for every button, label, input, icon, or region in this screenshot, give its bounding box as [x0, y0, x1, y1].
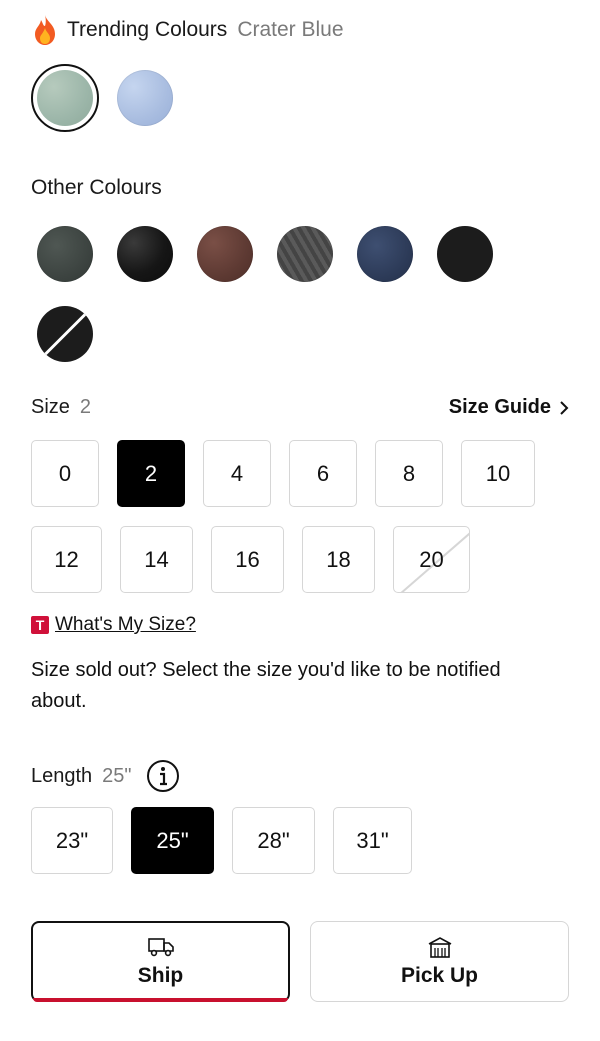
sold-out-note: Size sold out? Select the size you'd lik…	[31, 659, 501, 712]
size-option-label: 16	[235, 546, 260, 572]
colour-swatch-selected[interactable]	[31, 64, 99, 132]
selected-colour-name: Crater Blue	[237, 18, 344, 41]
size-guide-link[interactable]: Size Guide	[449, 396, 569, 419]
colour-swatch-unavailable[interactable]	[37, 306, 93, 362]
length-label: Length	[31, 764, 93, 787]
other-colours-title: Other Colours	[31, 176, 162, 199]
length-option-label: 23"	[55, 827, 89, 853]
length-option-25[interactable]: 25"	[131, 807, 214, 874]
size-label: Size	[31, 396, 70, 418]
size-option-label: 10	[485, 460, 511, 486]
size-guide-label: Size Guide	[448, 396, 551, 418]
size-option-label: 0	[58, 460, 72, 486]
colour-swatch[interactable]	[197, 226, 253, 282]
colour-swatch[interactable]	[277, 226, 333, 282]
colour-swatch[interactable]	[117, 70, 173, 126]
size-option-6[interactable]: 6	[289, 440, 357, 507]
colour-swatch[interactable]	[37, 226, 93, 282]
length-option-label: 28"	[257, 827, 290, 853]
size-selected-value: 2	[79, 396, 92, 418]
size-option-12[interactable]: 12	[31, 526, 102, 593]
size-option-18[interactable]: 18	[302, 526, 375, 593]
size-option-2[interactable]: 2	[117, 440, 185, 507]
swatch-fill	[37, 70, 93, 126]
ship-label: Ship	[137, 963, 184, 987]
t-badge-icon: T	[31, 616, 49, 634]
length-option-31[interactable]: 31"	[333, 807, 412, 874]
store-icon	[428, 936, 451, 958]
colour-swatch[interactable]	[117, 226, 173, 282]
colour-swatch[interactable]	[437, 226, 493, 282]
trending-header: Trending Colours Crater Blue	[31, 14, 344, 46]
length-option-23[interactable]: 23"	[31, 807, 113, 874]
size-option-label: 8	[402, 460, 416, 486]
size-option-label: 14	[144, 546, 169, 572]
whats-my-size-link[interactable]: What's My Size?	[55, 614, 196, 636]
length-option-label: 31"	[356, 827, 389, 853]
size-option-14[interactable]: 14	[120, 526, 193, 593]
size-option-label: 4	[230, 460, 244, 486]
chevron-right-icon	[560, 400, 569, 415]
whats-my-size[interactable]: T What's My Size?	[31, 614, 196, 636]
size-option-label: 18	[326, 546, 351, 572]
size-option-label: 2	[144, 460, 158, 486]
size-option-8[interactable]: 8	[375, 440, 443, 507]
fire-icon	[35, 15, 55, 45]
length-option-label: 25"	[156, 827, 189, 853]
colour-swatch[interactable]	[357, 226, 413, 282]
size-option-4[interactable]: 4	[203, 440, 271, 507]
length-option-28[interactable]: 28"	[232, 807, 315, 874]
pickup-button[interactable]: Pick Up	[310, 921, 569, 1002]
truck-icon	[147, 937, 174, 956]
size-option-20-sold-out[interactable]: 20	[393, 526, 470, 593]
pickup-label: Pick Up	[400, 963, 479, 987]
trending-title: Trending Colours	[67, 18, 228, 41]
size-option-16[interactable]: 16	[211, 526, 284, 593]
size-option-10[interactable]: 10	[461, 440, 535, 507]
ship-button[interactable]: Ship	[31, 921, 290, 1002]
size-option-label: 20	[419, 546, 444, 572]
size-option-0[interactable]: 0	[31, 440, 99, 507]
size-option-label: 6	[316, 460, 330, 486]
length-selected-value: 25"	[102, 764, 132, 787]
info-icon[interactable]	[146, 759, 180, 793]
size-option-label: 12	[54, 546, 79, 572]
